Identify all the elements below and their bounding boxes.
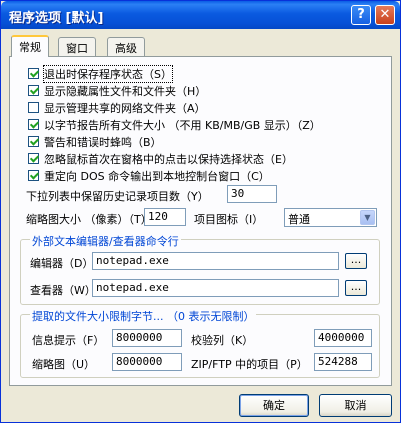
checkbox-box[interactable] <box>28 119 39 130</box>
title-bar[interactable]: 程序选项 [默认] ? ✕ <box>1 1 400 29</box>
item-icon-select[interactable]: 普通 ▼ <box>284 208 377 227</box>
checkbox-show-hidden[interactable]: 显示隐藏属性文件和文件夹（H） <box>28 84 207 98</box>
limits-group-title: 提取的文件大小限制字节... （0 表示无限制） <box>30 308 257 324</box>
editor-browse-button[interactable]: ... <box>345 253 367 269</box>
thumb-limit-input[interactable]: 8000000 <box>112 353 182 371</box>
thumb-size-input[interactable]: 120 <box>144 208 186 226</box>
checkbox-box[interactable] <box>28 85 39 96</box>
checkbox-box[interactable] <box>28 153 39 164</box>
item-icon-value: 普通 <box>288 213 310 226</box>
close-button[interactable]: ✕ <box>375 5 395 25</box>
checksum-label: 校验列（K） <box>191 334 254 347</box>
checkbox-label: 重定向 DOS 命令输出到本地控制台窗口（C） <box>44 169 270 183</box>
checkbox-redirect-dos[interactable]: 重定向 DOS 命令输出到本地控制台窗口（C） <box>28 169 270 183</box>
checkbox-save-state[interactable]: 退出时保存程序状态（S） <box>28 64 173 83</box>
thumb-limit-label: 缩略图（U） <box>32 358 96 371</box>
checkbox-bytes[interactable]: 以字节报告所有文件大小 （不用 KB/MB/GB 显示）（Z） <box>28 118 321 132</box>
checkbox-box[interactable] <box>28 102 39 113</box>
item-icon-label: 项目图标（I） <box>194 213 264 226</box>
zip-ftp-label: ZIP/FTP 中的项目（P） <box>191 358 308 371</box>
checkbox-box[interactable] <box>28 68 39 79</box>
checkbox-label: 警告和错误时蜂鸣（B） <box>44 135 162 149</box>
editors-group-title: 外部文本编辑器/查看器命令行 <box>30 233 181 249</box>
history-label: 下拉列表中保留历史记录项目数（Y） <box>26 190 209 203</box>
history-input[interactable]: 30 <box>227 185 277 203</box>
checkbox-show-admin-shares[interactable]: 显示管理共享的网络文件夹（A） <box>28 101 206 115</box>
checkbox-label: 退出时保存程序状态（S） <box>43 64 173 83</box>
window-title: 程序选项 [默认] <box>9 11 104 26</box>
viewer-input[interactable]: notepad.exe <box>92 279 339 297</box>
ok-button[interactable]: 确定 <box>239 394 309 417</box>
cancel-button[interactable]: 取消 <box>319 394 392 417</box>
checksum-input[interactable]: 4000000 <box>314 329 372 347</box>
thumb-size-label: 缩略图大小 （像素）（T） <box>26 213 152 226</box>
options-dialog: 程序选项 [默认] ? ✕ 常规 窗口 高级 退出时保存程序状态（S） 显示隐藏… <box>0 0 401 423</box>
checkbox-label: 显示隐藏属性文件和文件夹（H） <box>44 84 207 98</box>
zip-ftp-input[interactable]: 524288 <box>314 353 372 371</box>
checkbox-beep[interactable]: 警告和错误时蜂鸣（B） <box>28 135 162 149</box>
viewer-label: 查看器（W） <box>30 284 96 297</box>
info-tip-input[interactable]: 8000000 <box>112 329 182 347</box>
help-button[interactable]: ? <box>351 5 371 25</box>
checkbox-label: 以字节报告所有文件大小 （不用 KB/MB/GB 显示）（Z） <box>44 118 321 132</box>
checkbox-label: 忽略鼠标首次在窗格中的点击以保持选择状态（E） <box>44 152 293 166</box>
viewer-browse-button[interactable]: ... <box>345 280 367 296</box>
checkbox-label: 显示管理共享的网络文件夹（A） <box>44 101 206 115</box>
chevron-down-icon[interactable]: ▼ <box>360 210 375 225</box>
checkbox-box[interactable] <box>28 136 39 147</box>
checkbox-ignore-first-click[interactable]: 忽略鼠标首次在窗格中的点击以保持选择状态（E） <box>28 152 293 166</box>
info-tip-label: 信息提示（F） <box>32 334 105 347</box>
editor-label: 编辑器（D） <box>30 257 94 270</box>
checkbox-box[interactable] <box>28 170 39 181</box>
tab-window[interactable]: 窗口 <box>58 37 96 56</box>
editor-input[interactable]: notepad.exe <box>92 252 339 270</box>
tab-general[interactable]: 常规 <box>11 35 49 57</box>
tab-advanced[interactable]: 高级 <box>107 37 145 56</box>
